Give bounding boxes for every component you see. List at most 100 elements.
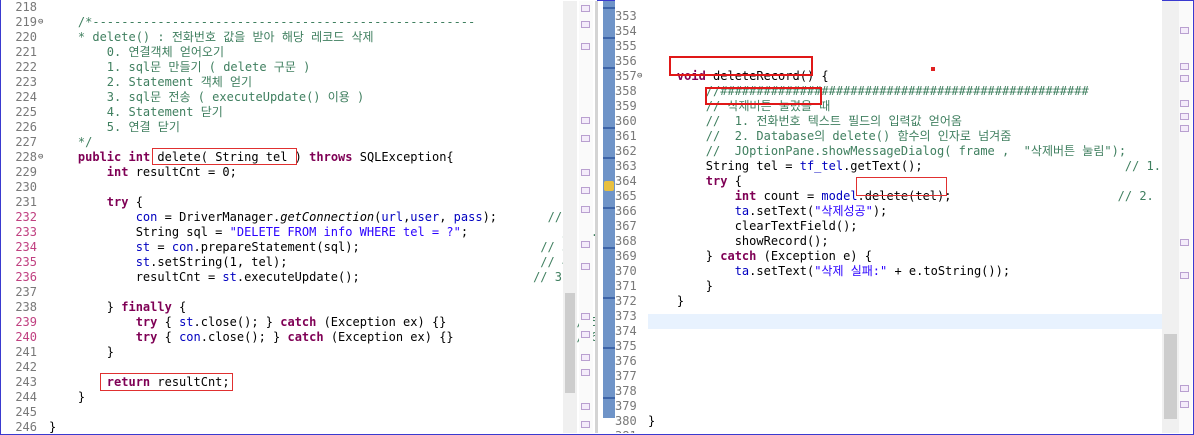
- code-line[interactable]: st = con.prepareStatement(sql); // 3.: [49, 240, 577, 255]
- highlight-deleteRecord-method: [669, 56, 813, 76]
- code-line[interactable]: String tel = tf_tel.getText(); // 1.: [648, 159, 1161, 174]
- ruler-tick: [603, 347, 615, 349]
- line-number: 353: [615, 9, 637, 23]
- code-line[interactable]: }: [49, 390, 85, 405]
- left-scrollbar-thumb[interactable]: [565, 293, 575, 393]
- ruler-tick: [603, 397, 615, 399]
- line-number: 239: [15, 315, 37, 329]
- code-line[interactable]: showRecord();: [648, 234, 829, 249]
- left-vertical-scrollbar[interactable]: [563, 1, 577, 433]
- line-number: 229: [15, 165, 37, 179]
- code-line[interactable]: ta.setText("삭제성공");: [648, 204, 888, 219]
- line-number: 219: [15, 15, 37, 29]
- line-number: 364: [615, 174, 637, 188]
- line-number: 233: [15, 225, 37, 239]
- ruler-mark: [1180, 63, 1189, 70]
- code-line[interactable]: 5. 연결 닫기: [49, 120, 180, 135]
- ruler-mark: [1180, 75, 1189, 82]
- code-line[interactable]: clearTextField();: [648, 219, 858, 234]
- line-number: 354: [615, 24, 637, 38]
- ruler-mark: [581, 403, 590, 410]
- code-line[interactable]: } finally {: [49, 300, 186, 315]
- code-line[interactable]: }: [648, 294, 684, 309]
- ruler-mark: [581, 241, 590, 248]
- right-change-ruler: [603, 1, 615, 418]
- code-line[interactable]: }: [49, 345, 114, 360]
- ruler-tick: [603, 157, 615, 159]
- line-number: 230: [15, 180, 37, 194]
- left-editor-pane[interactable]: 218 219 ⊖ /*------------------------------…: [1, 0, 597, 433]
- line-number: 220: [15, 30, 37, 44]
- code-line[interactable]: * delete() : 전화번호 값을 받아 해당 레코드 삭제: [49, 30, 374, 45]
- ruler-mark: [1180, 385, 1189, 392]
- code-line[interactable]: } catch (Exception e) {: [648, 249, 872, 264]
- code-line[interactable]: // JOptionPane.showMessageDialog( frame …: [648, 144, 1126, 159]
- code-line[interactable]: /*--------------------------------------…: [49, 15, 475, 30]
- line-number: 224: [15, 90, 37, 104]
- code-line[interactable]: 3. sql문 전송 ( executeUpdate() 이용 ): [49, 90, 365, 105]
- line-number: 243: [15, 375, 37, 389]
- right-vertical-scrollbar[interactable]: [1162, 1, 1179, 433]
- line-number: 369: [615, 249, 637, 263]
- code-line[interactable]: 4. Statement 닫기: [49, 105, 223, 120]
- code-line[interactable]: String sql = "DELETE FROM info WHERE tel…: [49, 225, 597, 240]
- line-number: 218: [15, 0, 37, 14]
- ruler-mark: [581, 43, 590, 50]
- current-line-highlight: [648, 314, 1162, 329]
- code-line[interactable]: 0. 연결객체 얻어오기: [49, 45, 224, 60]
- ruler-mark: [1180, 125, 1189, 132]
- code-line[interactable]: int resultCnt = 0;: [49, 165, 237, 180]
- code-line[interactable]: try {: [648, 174, 742, 189]
- code-line[interactable]: */: [49, 135, 92, 150]
- line-number: 223: [15, 75, 37, 89]
- line-number: 244: [15, 390, 37, 404]
- highlight-delete-comment: [705, 87, 822, 105]
- right-overview-ruler: [1179, 1, 1192, 433]
- line-number: 246: [15, 420, 37, 433]
- code-line[interactable]: // 2. Database의 delete() 함수의 인자로 넘겨줌: [648, 129, 1011, 144]
- ruler-mark: [581, 206, 590, 213]
- code-line[interactable]: }: [648, 279, 713, 294]
- code-line[interactable]: con = DriverManager.getConnection(url,us…: [49, 210, 584, 225]
- line-number: 241: [15, 345, 37, 359]
- code-line[interactable]: }: [648, 414, 655, 429]
- ruler-mark: [1180, 100, 1189, 107]
- red-marker: [931, 67, 935, 71]
- code-line[interactable]: try {: [49, 195, 143, 210]
- right-editor-pane[interactable]: 353 354 355 356 357 ⊖ void deleteRecord() {35…: [615, 0, 1162, 433]
- highlight-return-statement: [100, 373, 233, 391]
- code-line[interactable]: 2. Statement 객체 얻기: [49, 75, 252, 90]
- code-line[interactable]: }: [49, 420, 56, 433]
- code-line[interactable]: try { st.close(); } catch (Exception ex)…: [49, 315, 597, 330]
- code-line[interactable]: try { con.close(); } catch (Exception ex…: [49, 330, 597, 345]
- highlight-model-delete-call: [856, 177, 947, 196]
- line-number: 222: [15, 60, 37, 74]
- editor-splitter[interactable]: [595, 1, 598, 433]
- ruler-mark: [581, 117, 590, 124]
- line-number: 240: [15, 330, 37, 344]
- line-number: 367: [615, 219, 637, 233]
- ruler-mark: [1180, 401, 1189, 408]
- line-number: 245: [15, 405, 37, 419]
- fold-toggle-icon[interactable]: ⊖: [38, 153, 47, 162]
- fold-toggle-icon[interactable]: ⊖: [38, 18, 47, 27]
- warning-icon[interactable]: [604, 181, 614, 191]
- code-line[interactable]: ta.setText("삭제 실패:" + e.toString());: [648, 264, 1010, 279]
- fold-toggle-icon[interactable]: ⊖: [637, 72, 646, 81]
- code-line[interactable]: // 1. 전화번호 텍스트 필드의 입력값 얻어옴: [648, 114, 962, 129]
- ruler-tick: [603, 7, 615, 9]
- line-number: 370: [615, 264, 637, 278]
- ruler-mark: [581, 5, 590, 12]
- ruler-mark: [1180, 27, 1189, 34]
- line-number: 237: [15, 285, 37, 299]
- code-line[interactable]: 1. sql문 만들기 ( delete 구문 ): [49, 60, 311, 75]
- code-line[interactable]: st.setString(1, tel); // 4.: [49, 255, 577, 270]
- ruler-tick: [603, 67, 615, 69]
- line-number: 238: [15, 300, 37, 314]
- line-number: 362: [615, 144, 637, 158]
- line-number: 357: [615, 69, 637, 83]
- code-line[interactable]: resultCnt = st.executeUpdate(); // 3.: [49, 270, 570, 285]
- line-number: 359: [615, 99, 637, 113]
- line-number: 225: [15, 105, 37, 119]
- right-scrollbar-thumb[interactable]: [1164, 334, 1177, 419]
